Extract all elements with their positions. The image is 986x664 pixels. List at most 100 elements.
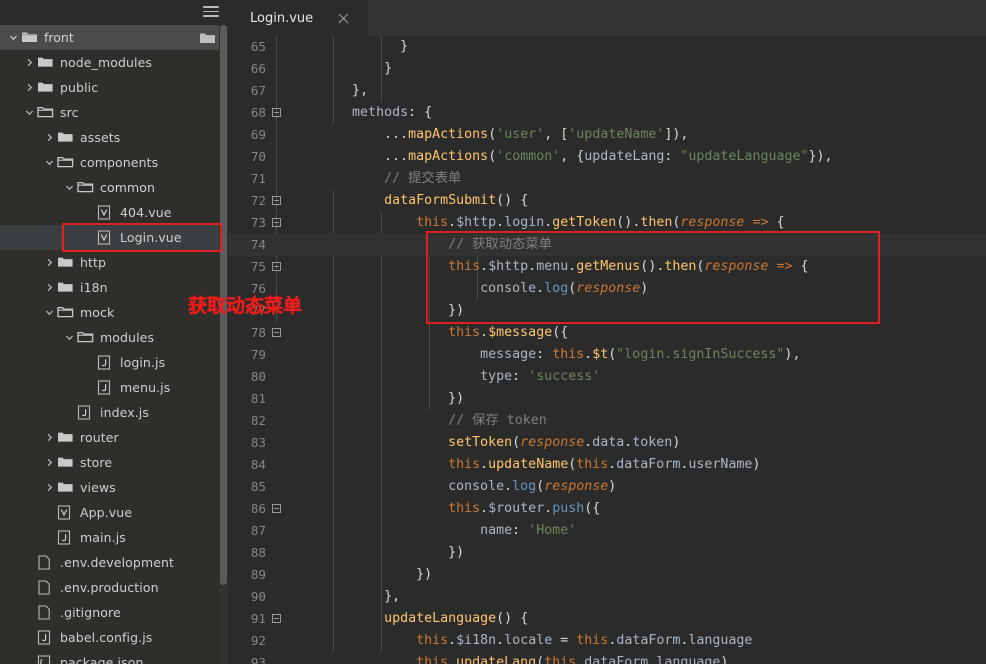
fold-toggle-icon[interactable] [272,108,281,117]
tree-item-http[interactable]: http [0,250,228,275]
code-line[interactable]: 87 name: 'Home' [228,520,986,542]
code-line[interactable]: 81 }) [228,388,986,410]
tree-item-node-modules[interactable]: node_modules [0,50,228,75]
tree-item-components[interactable]: components [0,150,228,175]
code-text: ...mapActions('user', ['updateName']), [384,127,689,142]
tree-item-public[interactable]: public [0,75,228,100]
code-line[interactable]: 79 message: this.$t("login.signInSuccess… [228,344,986,366]
chevron-down-icon[interactable] [64,332,75,343]
code-line[interactable]: 91 updateLanguage() { [228,608,986,630]
folder-open-icon [57,155,74,171]
text-file-icon [37,554,54,571]
chevron-right-icon[interactable] [44,432,55,443]
code-line[interactable]: 78 this.$message({ [228,322,986,344]
code-text: message: this.$t("login.signInSuccess"), [480,347,801,362]
sidebar-root-row[interactable]: front [0,25,228,50]
tab-login-vue[interactable]: Login.vue [228,0,368,36]
tree-item-modules[interactable]: modules [0,325,228,350]
code-line[interactable]: 83 setToken(response.data.token) [228,432,986,454]
tree-item-src[interactable]: src [0,100,228,125]
tree-item-store[interactable]: store [0,450,228,475]
tree-item-i18n[interactable]: i18n [0,275,228,300]
tree-item-app-vue[interactable]: App.vue [0,500,228,525]
code-line[interactable]: 71 // 提交表单 [228,168,986,190]
code-line[interactable]: 65 } [228,36,986,58]
line-number: 87 [250,523,266,538]
tree-item-env-production[interactable]: .env.production [0,575,228,600]
no-arrow [44,532,55,543]
tree-item-index-js[interactable]: index.js [0,400,228,425]
fold-toggle-icon[interactable] [272,614,281,623]
chevron-down-icon[interactable] [44,157,55,168]
fold-toggle-icon[interactable] [272,504,281,513]
code-line[interactable]: 69 ...mapActions('user', ['updateName'])… [228,124,986,146]
line-number: 89 [250,567,266,582]
tree-item-login-js[interactable]: login.js [0,350,228,375]
tree-item-login-vue[interactable]: Login.vue [0,225,228,250]
close-icon[interactable] [337,12,350,25]
tree-item-assets[interactable]: assets [0,125,228,150]
fold-toggle-icon[interactable] [272,196,281,205]
code-line[interactable]: 92 this.$i18n.locale = this.dataForm.lan… [228,630,986,652]
fold-toggle-icon[interactable] [272,218,281,227]
line-number: 91 [250,611,266,626]
chevron-right-icon[interactable] [44,132,55,143]
code-line[interactable]: 77 }) [228,300,986,322]
tree-item-main-js[interactable]: main.js [0,525,228,550]
code-editor: Login.vue 65 } 66 } 67 }, 68 methods: {69 .… [228,0,986,664]
code-line[interactable]: 82 // 保存 token [228,410,986,432]
code-line[interactable]: 70 ...mapActions('common', {updateLang: … [228,146,986,168]
js-file-icon [97,379,114,396]
sidebar-scrollbar-thumb[interactable] [220,25,227,585]
code-line[interactable]: 68 methods: { [228,102,986,124]
code-line[interactable]: 75 this.$http.menu.getMenus().then(respo… [228,256,986,278]
tree-item-views[interactable]: views [0,475,228,500]
line-number: 78 [250,325,266,340]
code-text: }) [416,567,433,582]
chevron-right-icon[interactable] [44,457,55,468]
fold-toggle-icon[interactable] [272,328,281,337]
chevron-right-icon[interactable] [44,282,55,293]
tree-item-router[interactable]: router [0,425,228,450]
code-line[interactable]: 85 console.log(response) [228,476,986,498]
vue-file-icon [97,229,114,246]
code-content[interactable]: 65 } 66 } 67 }, 68 methods: {69 ...mapActio… [228,36,986,664]
code-line[interactable]: 86 this.$router.push({ [228,498,986,520]
code-line[interactable]: 76 console.log(response) [228,278,986,300]
tree-item-menu-js[interactable]: menu.js [0,375,228,400]
tree-item-mock[interactable]: mock [0,300,228,325]
chevron-right-icon[interactable] [24,82,35,93]
folder-icon [57,280,74,296]
code-line[interactable]: 74 // 获取动态菜单 [228,234,986,256]
code-text: this.$http.login.getToken().then(respons… [416,215,785,230]
tree-item-404-vue[interactable]: 404.vue [0,200,228,225]
chevron-down-icon[interactable] [44,307,55,318]
code-line[interactable]: 89 }) [228,564,986,586]
chevron-right-icon[interactable] [24,57,35,68]
tree-item-package-json[interactable]: package.json [0,650,228,664]
code-line[interactable]: 88 }) [228,542,986,564]
chevron-down-icon[interactable] [8,32,19,43]
tree-item-env-development[interactable]: .env.development [0,550,228,575]
code-line[interactable]: 72 dataFormSubmit() { [228,190,986,212]
chevron-right-icon[interactable] [44,257,55,268]
chevron-down-icon[interactable] [24,107,35,118]
tree-item-babel-config-js[interactable]: babel.config.js [0,625,228,650]
tree-item-label: http [80,255,107,270]
file-tree[interactable]: node_modules public src assets components com… [0,50,228,664]
code-line[interactable]: 66 } [228,58,986,80]
code-line[interactable]: 93 this.updateLang(this.dataForm.languag… [228,652,986,664]
sidebar-scrollbar[interactable] [219,25,228,664]
tree-item-common[interactable]: common [0,175,228,200]
code-line[interactable]: 84 this.updateName(this.dataForm.userNam… [228,454,986,476]
code-line[interactable]: 73 this.$http.login.getToken().then(resp… [228,212,986,234]
code-line[interactable]: 90 }, [228,586,986,608]
code-line[interactable]: 80 type: 'success' [228,366,986,388]
code-line[interactable]: 67 }, [228,80,986,102]
fold-toggle-icon[interactable] [272,262,281,271]
code-text: this.$message({ [448,325,569,340]
chevron-right-icon[interactable] [44,482,55,493]
chevron-down-icon[interactable] [64,182,75,193]
tree-item-gitignore[interactable]: .gitignore [0,600,228,625]
hamburger-icon[interactable] [203,6,219,18]
